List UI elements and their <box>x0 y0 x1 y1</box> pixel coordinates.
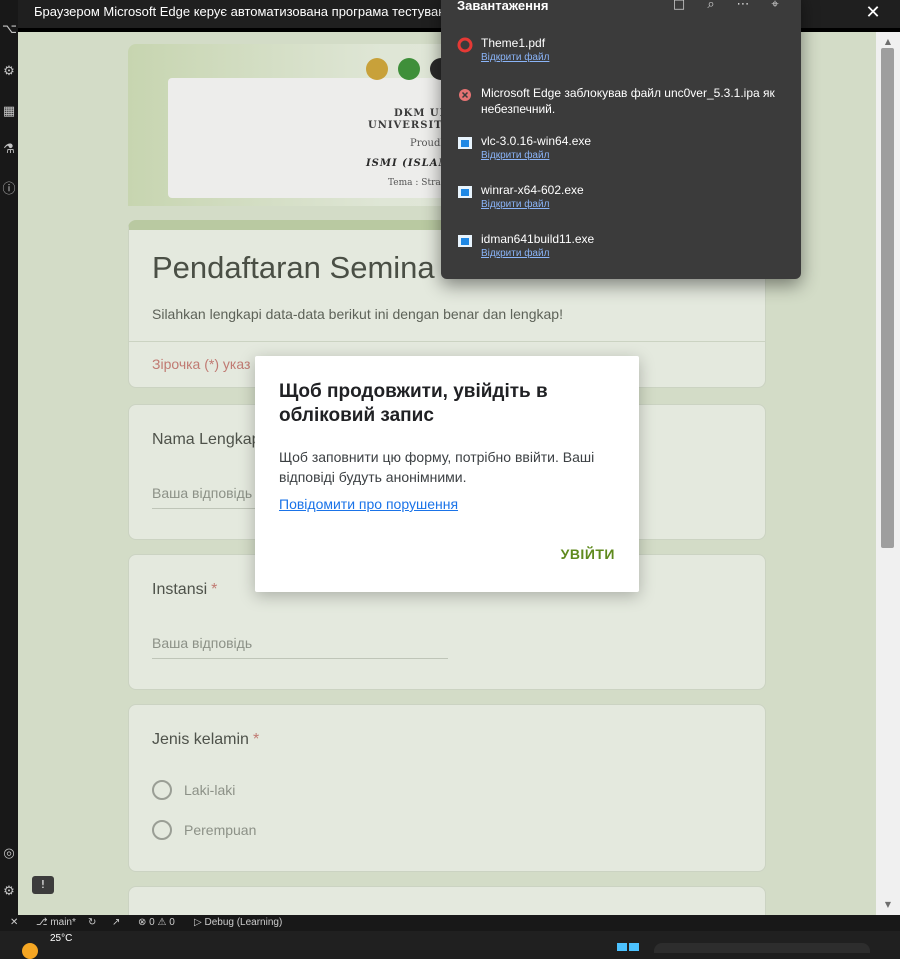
download-name: idman641build11.exe <box>481 232 595 246</box>
radio-label: Laki-laki <box>184 782 236 798</box>
close-icon[interactable]: ✕ <box>862 2 884 24</box>
taskbar-search[interactable] <box>654 943 870 953</box>
branch-name: main* <box>50 917 76 928</box>
form-title: Pendaftaran Semina <box>152 250 435 285</box>
error-count: 0 <box>149 917 155 928</box>
dialog-body: Щоб заповнити цю форму, потрібно ввійти.… <box>279 449 595 485</box>
open-file-link[interactable]: Відкрити файл <box>481 199 549 210</box>
divider <box>129 341 765 342</box>
weather-temperature[interactable]: 25°C <box>50 933 72 944</box>
vertical-scrollbar[interactable]: ▲ ▼ <box>876 32 900 915</box>
report-abuse-link[interactable]: Повідомити про порушення <box>279 496 458 512</box>
radio-button[interactable] <box>152 820 172 840</box>
exe-icon <box>458 186 472 198</box>
extensions-icon[interactable]: ▦ <box>2 104 16 120</box>
warning-count: 0 <box>169 917 175 928</box>
debug-icon[interactable]: ⚙ <box>2 64 16 80</box>
remote-indicator-icon[interactable]: ✕ <box>10 916 18 930</box>
radio-option-perempuan[interactable]: Perempuan <box>152 819 256 841</box>
instansi-input[interactable]: Ваша відповідь <box>152 635 448 659</box>
banner-text: DKM UL <box>394 108 448 119</box>
question-next <box>128 886 766 915</box>
exe-icon <box>458 137 472 149</box>
remote-icon[interactable]: ⓘ <box>2 182 16 198</box>
downloads-panel: Завантаження □ ⌕ ⋯ ⌖ Theme1.pdf Відкрити… <box>441 0 801 279</box>
pdf-icon <box>457 37 473 53</box>
open-file-link[interactable]: Відкрити файл <box>481 150 549 161</box>
vscode-status-bar: ✕ ⎇ main* ↻ ↗ ⊗ 0 ⚠ 0 ▷ Debug (Learning) <box>0 915 900 931</box>
windows-taskbar: 25°C <box>0 931 900 959</box>
branch-indicator[interactable]: ⎇ main* <box>36 916 76 930</box>
source-control-icon[interactable]: ⌥ <box>2 22 17 38</box>
window-title: Браузером Microsoft Edge керує автоматиз… <box>34 4 464 19</box>
scroll-up-icon[interactable]: ▲ <box>882 36 894 48</box>
scrollbar-thumb[interactable] <box>881 48 894 548</box>
publish-icon[interactable]: ↗ <box>112 916 120 930</box>
account-icon[interactable]: ◎ <box>2 846 16 862</box>
downloads-title: Завантаження <box>457 0 549 13</box>
question-title: Instansi * <box>152 581 217 599</box>
more-options-icon[interactable]: ⋯ <box>734 0 752 14</box>
university-logo-icon <box>366 58 388 80</box>
sync-icon[interactable]: ↻ <box>88 916 96 930</box>
question-label: Jenis kelamin <box>152 731 249 748</box>
debug-status[interactable]: ▷ Debug (Learning) <box>194 916 282 930</box>
search-icon[interactable]: ⌕ <box>702 0 720 14</box>
testing-icon[interactable]: ⚗ <box>2 142 16 158</box>
radio-option-laki-laki[interactable]: Laki-laki <box>152 779 235 801</box>
download-name: vlc-3.0.16-win64.exe <box>481 134 592 148</box>
question-jenis-kelamin: Jenis kelamin * Laki-laki Perempuan <box>128 704 766 872</box>
required-note: Зірочка (*) указ <box>152 356 251 372</box>
dialog-title: Щоб продовжити, увійдіть в обліковий зап… <box>279 381 548 426</box>
question-label: Nama Lengkap <box>152 431 261 448</box>
form-description: Silahkan lengkapi data-data berikut ini … <box>152 306 563 322</box>
open-file-link[interactable]: Відкрити файл <box>481 52 549 63</box>
pin-icon[interactable]: ⌖ <box>766 0 784 14</box>
question-title: Nama Lengkap* <box>152 431 271 449</box>
settings-icon[interactable]: ⚙ <box>2 884 16 900</box>
debug-label: Debug (Learning) <box>204 917 283 928</box>
download-name: Microsoft Edge заблокував файл unc0ver_5… <box>481 86 775 116</box>
radio-button[interactable] <box>152 780 172 800</box>
open-folder-icon[interactable]: □ <box>670 0 688 14</box>
required-asterisk: * <box>211 581 218 598</box>
radio-label: Perempuan <box>184 822 257 838</box>
required-asterisk: * <box>252 731 260 748</box>
activity-bar: ⌥ ⚙ ▦ ⚗ ⓘ ◎ ⚙ <box>0 0 18 915</box>
question-title: Jenis kelamin * <box>152 731 259 749</box>
download-name: winrar-x64-602.exe <box>481 183 584 197</box>
feedback-icon[interactable]: ! <box>32 876 54 894</box>
question-label: Instansi <box>152 581 208 598</box>
exe-icon <box>458 235 472 247</box>
organization-logo-icon <box>398 58 420 80</box>
open-file-link[interactable]: Відкрити файл <box>481 248 549 259</box>
blocked-icon <box>459 89 471 101</box>
problems-indicator[interactable]: ⊗ 0 ⚠ 0 <box>138 916 175 930</box>
signin-dialog: Щоб продовжити, увійдіть в обліковий зап… <box>255 356 639 592</box>
weather-icon[interactable] <box>22 943 38 959</box>
banner-text: UNIVERSITA <box>368 120 451 131</box>
signin-button[interactable]: УВІЙТИ <box>561 546 615 568</box>
scroll-down-icon[interactable]: ▼ <box>882 899 894 911</box>
download-name: Theme1.pdf <box>481 36 546 50</box>
